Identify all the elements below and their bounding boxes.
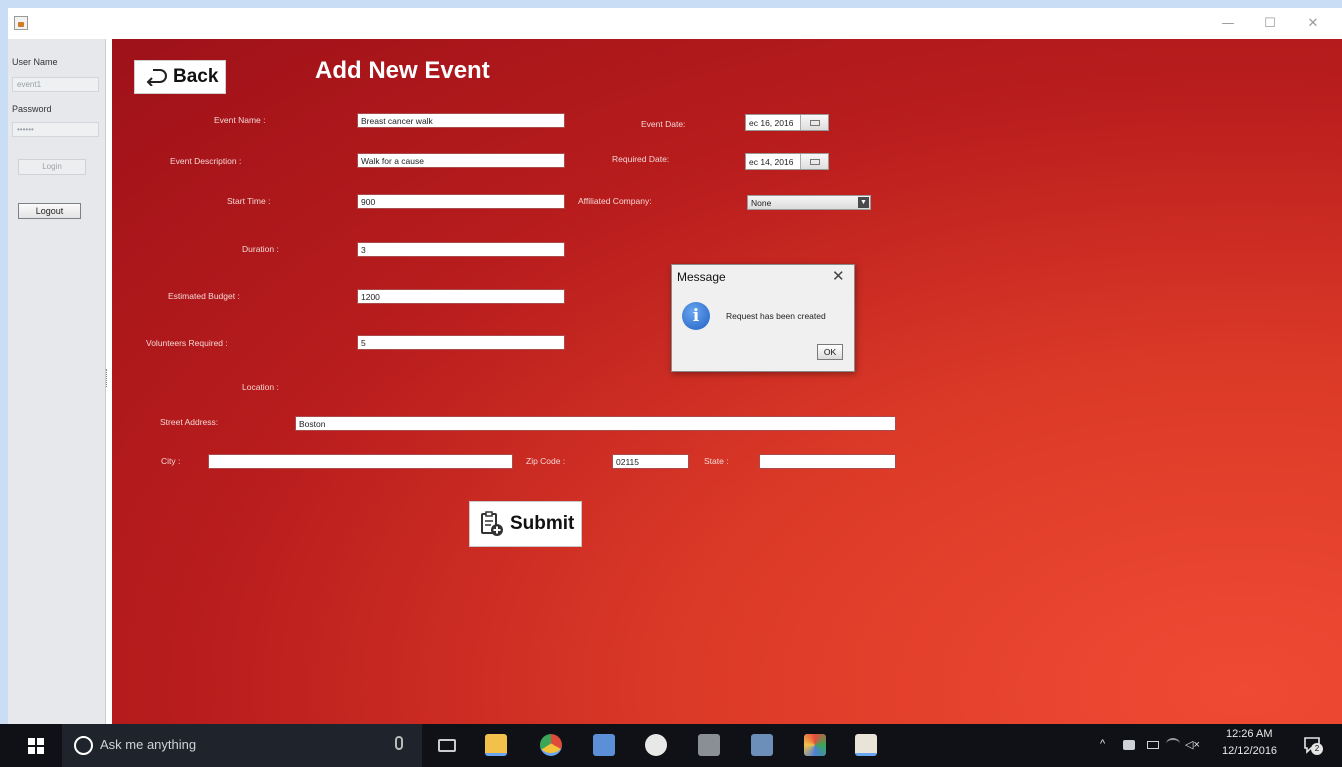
windows-start-icon[interactable] bbox=[28, 738, 44, 754]
username-label: User Name bbox=[12, 57, 58, 67]
state-label: State : bbox=[704, 456, 729, 466]
calendar-icon[interactable] bbox=[800, 154, 828, 169]
event-name-input[interactable]: Breast cancer walk bbox=[357, 113, 565, 128]
notification-count: 2 bbox=[1311, 743, 1323, 755]
cortana-search-box[interactable]: Ask me anything bbox=[62, 724, 422, 767]
required-date-picker[interactable]: ec 14, 2016 bbox=[745, 153, 829, 170]
slack-icon[interactable] bbox=[645, 734, 667, 756]
file-explorer-icon[interactable] bbox=[485, 734, 507, 756]
dialog-message: Request has been created bbox=[726, 311, 826, 321]
ok-button[interactable]: OK bbox=[817, 344, 843, 360]
affiliated-company-value: None bbox=[751, 198, 772, 208]
back-label: Back bbox=[173, 66, 219, 87]
login-panel: User Name event1 Password •••••• Login L… bbox=[8, 39, 107, 724]
zip-code-label: Zip Code : bbox=[526, 456, 566, 466]
state-input[interactable] bbox=[759, 454, 896, 469]
cortana-icon bbox=[74, 736, 93, 755]
password-input[interactable]: •••••• bbox=[12, 122, 99, 137]
required-date-value: ec 14, 2016 bbox=[749, 156, 794, 167]
java-taskbar-icon[interactable] bbox=[855, 734, 877, 756]
network-icon[interactable] bbox=[1123, 740, 1135, 750]
dialog-close-button[interactable]: ✕ bbox=[832, 267, 845, 285]
password-label: Password bbox=[12, 104, 52, 114]
required-date-label: Required Date: bbox=[612, 154, 670, 164]
event-description-input[interactable]: Walk for a cause bbox=[357, 153, 565, 168]
affiliated-company-select[interactable]: None ▼ bbox=[747, 195, 871, 210]
event-name-label: Event Name : bbox=[214, 115, 266, 125]
event-description-label: Event Description : bbox=[170, 156, 242, 166]
login-button[interactable]: Login bbox=[18, 159, 86, 175]
zip-code-input[interactable]: 02115 bbox=[612, 454, 689, 469]
wifi-icon[interactable] bbox=[1166, 738, 1180, 750]
document-add-icon bbox=[481, 511, 503, 536]
info-icon: i bbox=[682, 302, 710, 330]
page-title: Add New Event bbox=[315, 57, 490, 84]
start-time-label: Start Time : bbox=[227, 196, 271, 206]
clock-date[interactable]: 12/12/2016 bbox=[1222, 745, 1277, 757]
git-kraken-icon[interactable] bbox=[804, 734, 826, 756]
volunteers-required-label: Volunteers Required : bbox=[146, 338, 228, 348]
message-dialog: Message ✕ i Request has been created OK bbox=[671, 264, 855, 372]
location-label: Location : bbox=[242, 382, 279, 392]
event-date-picker[interactable]: ec 16, 2016 bbox=[745, 114, 829, 131]
username-input[interactable]: event1 bbox=[12, 77, 99, 92]
back-arrow-icon bbox=[146, 69, 167, 86]
task-view-icon[interactable] bbox=[438, 739, 456, 752]
maximize-button[interactable]: ☐ bbox=[1250, 12, 1290, 36]
close-button[interactable]: ✕ bbox=[1293, 12, 1333, 36]
calculator-icon[interactable] bbox=[698, 734, 720, 756]
volume-icon[interactable]: ◁× bbox=[1185, 738, 1200, 751]
affiliated-company-label: Affiliated Company: bbox=[578, 196, 652, 206]
minimize-button[interactable]: — bbox=[1208, 12, 1248, 36]
search-placeholder: Ask me anything bbox=[100, 737, 197, 752]
submit-button[interactable]: Submit bbox=[469, 501, 582, 547]
calendar-icon[interactable] bbox=[800, 115, 828, 130]
duration-label: Duration : bbox=[242, 244, 279, 254]
taskbar: Ask me anything ^ ◁× 12:26 AM 12/12/2016… bbox=[0, 724, 1342, 767]
estimated-budget-input[interactable]: 1200 bbox=[357, 289, 565, 304]
event-date-value: ec 16, 2016 bbox=[749, 117, 794, 128]
book-icon[interactable] bbox=[751, 734, 773, 756]
chevron-down-icon: ▼ bbox=[858, 197, 869, 208]
clock-time[interactable]: 12:26 AM bbox=[1226, 728, 1272, 740]
java-app-icon bbox=[14, 16, 28, 30]
logout-button[interactable]: Logout bbox=[18, 203, 81, 219]
tray-up-icon[interactable]: ^ bbox=[1100, 738, 1105, 750]
event-date-label: Event Date: bbox=[641, 119, 686, 129]
dialog-title: Message bbox=[677, 270, 726, 284]
chrome-icon[interactable] bbox=[540, 734, 562, 756]
microphone-icon[interactable] bbox=[395, 736, 403, 750]
street-address-label: Street Address: bbox=[160, 417, 219, 427]
volunteers-required-input[interactable]: 5 bbox=[357, 335, 565, 350]
add-event-panel: Back Add New Event Event Name : Breast c… bbox=[112, 39, 1342, 724]
battery-icon[interactable] bbox=[1147, 741, 1159, 749]
street-address-input[interactable]: Boston bbox=[295, 416, 896, 431]
notifications-icon[interactable]: 2 bbox=[1303, 735, 1323, 755]
start-time-input[interactable]: 900 bbox=[357, 194, 565, 209]
city-label: City : bbox=[161, 456, 181, 466]
estimated-budget-label: Estimated Budget : bbox=[168, 291, 240, 301]
title-bar: — ☐ ✕ bbox=[8, 8, 1342, 39]
back-button[interactable]: Back bbox=[134, 60, 226, 94]
city-input[interactable] bbox=[208, 454, 513, 469]
duration-input[interactable]: 3 bbox=[357, 242, 565, 257]
submit-label: Submit bbox=[510, 513, 575, 534]
3d-box-icon[interactable] bbox=[593, 734, 615, 756]
